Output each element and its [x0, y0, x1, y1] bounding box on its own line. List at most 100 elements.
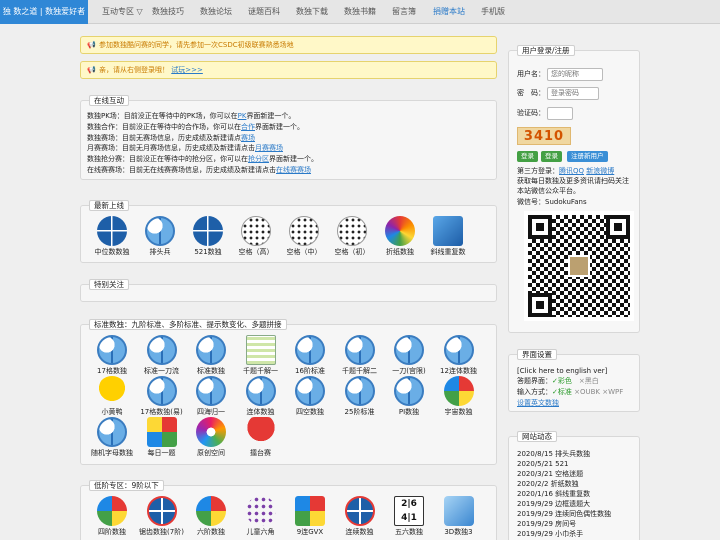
english-sudoku-settings-link[interactable]: 设置英文数独 — [517, 398, 559, 408]
puzzle-label: 中位数数独 — [94, 248, 130, 256]
puzzle-item[interactable]: 千题千解一 — [236, 335, 286, 376]
puzzle-item[interactable]: 17格数独 — [87, 335, 137, 376]
puzzle-item[interactable]: 空格（中） — [279, 216, 329, 257]
puzzle-item[interactable]: 折纸数独 — [375, 216, 425, 257]
news-item[interactable]: 2019/9/29 边框遗题大 — [517, 499, 611, 509]
weibo-login-link[interactable]: 新浪微博 — [586, 167, 614, 175]
puzzle-item[interactable]: 标准一刀流 — [137, 335, 187, 376]
puzzle-item[interactable]: 四海归一 — [186, 376, 236, 417]
nav-donate[interactable]: 捐赠本站 — [433, 0, 465, 24]
wechat-id: 微信号：SudokuFans — [517, 198, 587, 206]
std-icon — [146, 335, 177, 365]
news-item[interactable]: 2020/5/21 521 — [517, 459, 611, 469]
input-option-wpf[interactable]: ×WPF — [602, 388, 623, 396]
nav-wiki[interactable]: 谜题百科 — [248, 0, 280, 24]
nav-download[interactable]: 数独下载 — [296, 0, 328, 24]
puzzle-item[interactable]: 3D数独3 — [434, 496, 484, 537]
online-line-link[interactable]: 赛场 — [241, 134, 255, 142]
puzzle-label: 连体数独 — [246, 408, 275, 416]
puzzle-item[interactable]: 空格（高） — [231, 216, 281, 257]
online-line-text: 在线赛赛场：目前无在线赛赛场信息，历史成绩及新建请点击 — [87, 165, 276, 174]
puzzle-label: 五六数独 — [395, 528, 423, 536]
login-button[interactable]: 登录 — [517, 151, 538, 162]
puzzle-item[interactable]: 四阶数独 — [87, 496, 137, 537]
captcha-image[interactable]: 3410 — [517, 127, 571, 145]
news-item[interactable]: 2020/8/15 排头兵数独 — [517, 449, 611, 459]
news-item[interactable]: 2019/9/29 连续同色偶性数独 — [517, 509, 611, 519]
nav-skills[interactable]: 数独技巧 — [152, 0, 184, 24]
puzzle-item[interactable]: 16阶标准 — [285, 335, 335, 376]
online-line-link[interactable]: 在线赛赛场 — [276, 166, 311, 174]
puzzle-label: 原创空间 — [197, 449, 225, 457]
news-item[interactable]: 2020/3/21 空格迷题 — [517, 469, 611, 479]
notice-contest-text: 参加数独酷问赛的同学，请先参加一次CSDC初级联赛熟悉场地 — [99, 41, 294, 49]
register-button[interactable]: 注册新用户 — [567, 151, 608, 162]
std-icon — [394, 335, 424, 365]
qq-login-link[interactable]: 腾讯QQ — [559, 167, 584, 175]
puzzle-item[interactable]: 25阶标准 — [335, 376, 385, 417]
news-panel: 网站动态 2020/8/15 排头兵数独 2020/5/21 521 2020/3/… — [508, 431, 640, 540]
std-icon — [295, 335, 325, 365]
puzzle-item[interactable]: 一刀(宫限) — [384, 335, 434, 376]
dots-icon — [289, 216, 319, 246]
nav-forum[interactable]: 数独论坛 — [200, 0, 232, 24]
puzzle-item[interactable]: PI数独 — [384, 376, 434, 417]
puzzle-item[interactable]: 六阶数独 — [186, 496, 236, 537]
input-option-oubk[interactable]: ×OUBK — [574, 388, 600, 396]
puzzle-item[interactable]: 排头兵 — [135, 216, 185, 257]
nav-books[interactable]: 数独书籍 — [344, 0, 376, 24]
puzzle-item[interactable]: 2|6 4|1 五六数独 — [384, 496, 434, 537]
english-version-toggle[interactable]: [Click here to english ver] — [517, 366, 607, 376]
puzzle-item[interactable]: 斜线重复数 — [423, 216, 473, 257]
online-line-link[interactable]: 月赛赛场 — [255, 144, 283, 152]
puzzle-item[interactable]: 标准数独 — [186, 335, 236, 376]
puzzle-item[interactable]: 锯齿数独(7阶) — [137, 496, 187, 537]
site-brand[interactable]: 独 数之道 | 数独爱好者 — [0, 0, 88, 24]
nav-mobile[interactable]: 手机版 — [481, 0, 505, 24]
puzzle-label: 9连GVX — [296, 528, 324, 536]
puzzle-item[interactable]: 宇宙数独 — [434, 376, 484, 417]
puzzle-label: 排头兵 — [149, 248, 171, 256]
puzzle-item[interactable]: 原创空间 — [186, 417, 236, 458]
puzzle-item[interactable]: 千题千解二 — [335, 335, 385, 376]
password-input[interactable] — [547, 87, 599, 100]
puzzle-item[interactable]: 儿童六角 — [236, 496, 286, 537]
online-line-suffix: 界面新建一个。 — [246, 112, 296, 120]
puzzle-item[interactable]: 中位数数独 — [87, 216, 137, 257]
online-line-link[interactable]: 抢分区 — [248, 155, 269, 163]
puzzle-item[interactable]: 四空数独 — [285, 376, 335, 417]
news-item[interactable]: 2019/9/29 小巾杀手 — [517, 529, 611, 539]
puzzle-label: 四阶数独 — [98, 528, 126, 536]
input-option-standard[interactable]: ✓标准 — [552, 388, 572, 396]
news-item[interactable]: 2020/1/16 斜线重复数 — [517, 489, 611, 499]
puzzle-label: 3D数独3 — [444, 528, 473, 536]
news-item[interactable]: 2020/2/2 折纸数独 — [517, 479, 611, 489]
username-input[interactable] — [547, 68, 603, 81]
nav-guestbook[interactable]: 留言簿 — [392, 0, 416, 24]
duck-icon — [97, 376, 127, 406]
puzzle-item[interactable]: 空格（初） — [327, 216, 377, 257]
color-option-color[interactable]: ✓彩色 — [552, 377, 572, 385]
online-line-link[interactable]: 合作 — [241, 123, 255, 131]
puzzle-item[interactable]: 小黄鸭 — [87, 376, 137, 417]
puzzle-item[interactable]: 521数独 — [183, 216, 233, 257]
color-option-bw[interactable]: ×黑白 — [579, 377, 599, 385]
puzzle-item[interactable]: 连续数独 — [335, 496, 385, 537]
puzzle-item[interactable]: 17格数独(易) — [137, 376, 187, 417]
captcha-input[interactable] — [547, 107, 573, 120]
secondary-login-button[interactable]: 登录 — [541, 151, 562, 162]
trophy-icon — [245, 417, 276, 447]
puzzle-item[interactable]: 随机字母数独 — [87, 417, 137, 458]
news-item[interactable]: 2019/9/29 房间号 — [517, 519, 611, 529]
notice-trial-link[interactable]: 试玩>>> — [171, 66, 203, 74]
puzzle-label: 擂台赛 — [250, 449, 271, 457]
nav-interactive[interactable]: 互动专区 ▽ — [102, 0, 143, 24]
color-setting-label: 答题界面： — [517, 377, 552, 385]
puzzle-item[interactable]: 每日一题 — [137, 417, 187, 458]
settings-panel: 界面设置 [Click here to english ver] 答题界面：✓彩… — [508, 349, 640, 412]
puzzle-item[interactable]: 12连体数独 — [434, 335, 484, 376]
puzzle-item[interactable]: 9连GVX — [285, 496, 335, 537]
puzzle-item[interactable]: 连体数独 — [236, 376, 286, 417]
puzzle-item[interactable]: 擂台赛 — [236, 417, 286, 458]
online-line: 数独合作：目前没正在等待中的合作场，你可以在合作界面新建一个。 — [87, 122, 318, 133]
